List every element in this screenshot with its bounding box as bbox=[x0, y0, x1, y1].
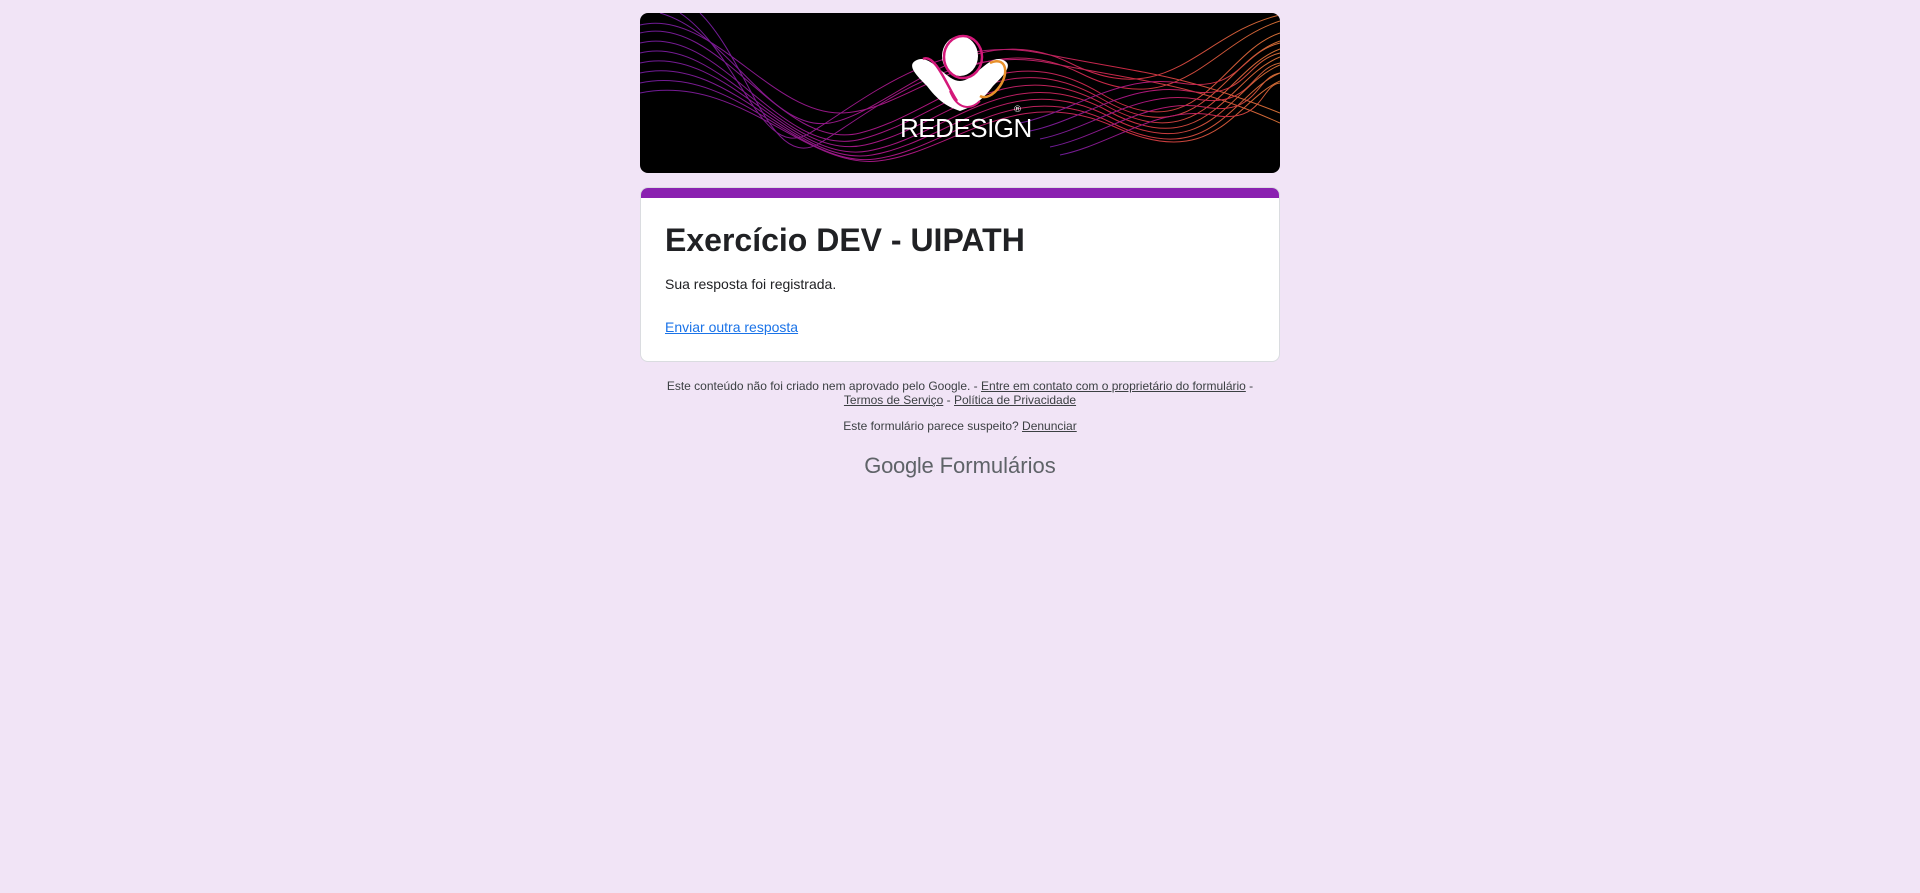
header-banner: REDESIGN ® bbox=[640, 13, 1280, 173]
form-container: REDESIGN ® Exercício DEV - UIPATH Sua re… bbox=[640, 13, 1280, 479]
report-abuse-link[interactable]: Denunciar bbox=[1022, 419, 1077, 433]
confirmation-message: Sua resposta foi registrada. bbox=[665, 276, 837, 292]
forms-wordmark: Formulários bbox=[939, 453, 1056, 478]
footer-disclaimer: Este conteúdo não foi criado nem aprovad… bbox=[666, 379, 978, 393]
form-title: Exercício DEV - UIPATH bbox=[665, 222, 1025, 258]
footer-separator: - bbox=[946, 393, 951, 407]
footer-line-1: Este conteúdo não foi criado nem aprovad… bbox=[640, 379, 1280, 407]
suspicious-form-text: Este formulário parece suspeito? bbox=[843, 419, 1019, 433]
footer: Este conteúdo não foi criado nem aprovad… bbox=[640, 379, 1280, 433]
contact-owner-link[interactable]: Entre em contato com o proprietário do f… bbox=[981, 379, 1246, 393]
terms-of-service-link[interactable]: Termos de Serviço bbox=[844, 393, 943, 407]
banner-brand-text: REDESIGN bbox=[900, 113, 1032, 143]
google-forms-logo[interactable]: Google Formulários bbox=[640, 453, 1280, 479]
confirmation-card: Exercício DEV - UIPATH Sua resposta foi … bbox=[640, 187, 1280, 362]
footer-separator: - bbox=[1249, 379, 1254, 393]
send-another-response-link[interactable]: Enviar outra resposta bbox=[665, 319, 798, 335]
footer-line-2: Este formulário parece suspeito? Denunci… bbox=[640, 419, 1280, 433]
google-wordmark: Google bbox=[864, 453, 934, 478]
registered-mark: ® bbox=[1013, 105, 1022, 115]
card-accent-bar bbox=[641, 188, 1279, 198]
privacy-policy-link[interactable]: Política de Privacidade bbox=[954, 393, 1076, 407]
